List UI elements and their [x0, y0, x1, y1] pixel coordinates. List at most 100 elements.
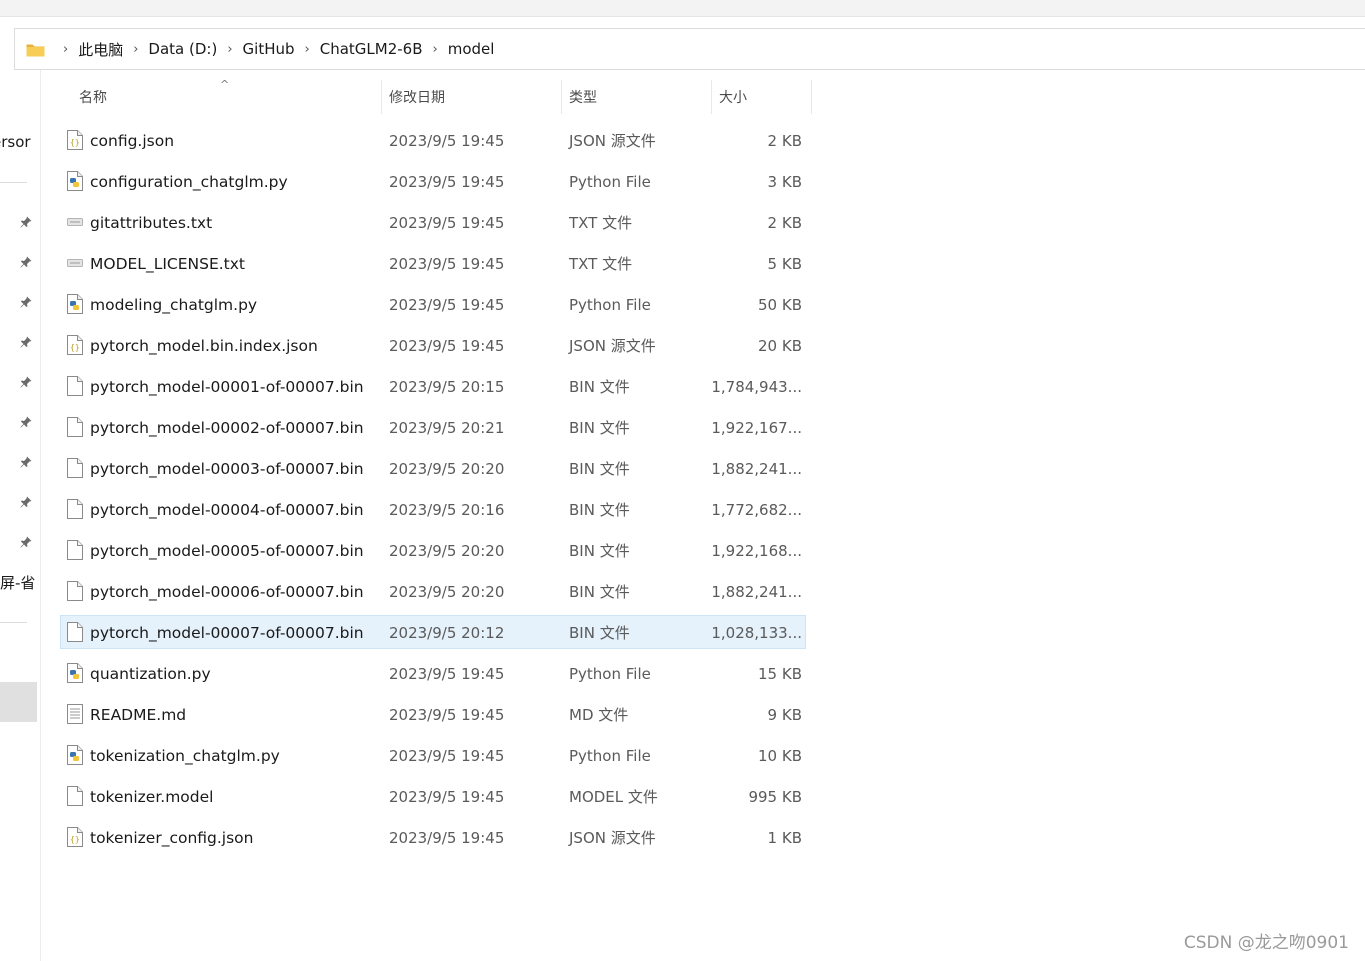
- pin-icon[interactable]: [20, 376, 32, 388]
- file-size: 20 KB: [758, 336, 802, 355]
- svg-text:{}: {}: [70, 138, 80, 147]
- column-header-type[interactable]: 类型: [569, 80, 709, 114]
- file-row[interactable]: tokenizer.model 2023/9/5 19:45 MODEL 文件 995…: [60, 776, 808, 817]
- file-modified-date: 2023/9/5 19:45: [389, 131, 505, 150]
- navigation-pane[interactable]: ersor 屏-省: [0, 70, 41, 961]
- file-row[interactable]: README.md 2023/9/5 19:45 MD 文件 9 KB: [60, 694, 808, 735]
- file-type: JSON 源文件: [569, 829, 656, 847]
- python-file-icon: [67, 294, 83, 314]
- file-type: BIN 文件: [569, 460, 630, 478]
- breadcrumb-item-model[interactable]: model: [448, 40, 495, 58]
- file-modified-date: 2023/9/5 20:20: [389, 582, 505, 601]
- svg-text:{}: {}: [70, 835, 80, 844]
- file-row[interactable]: pytorch_model-00005-of-00007.bin 2023/9/5…: [60, 530, 808, 571]
- file-type: BIN 文件: [569, 378, 630, 396]
- address-bar[interactable]: › 此电脑 › Data (D:) › GitHub › ChatGLM2-6B…: [14, 28, 1365, 70]
- breadcrumb-item-drive[interactable]: Data (D:): [148, 40, 217, 58]
- file-type: Python File: [569, 664, 651, 683]
- file-name: pytorch_model-00003-of-00007.bin: [90, 459, 364, 478]
- file-size: 50 KB: [758, 295, 802, 314]
- pin-icon[interactable]: [20, 536, 32, 548]
- pin-icon[interactable]: [20, 336, 32, 348]
- folder-icon: [26, 44, 45, 56]
- file-name: tokenizer_config.json: [90, 828, 254, 847]
- pin-icon[interactable]: [20, 496, 32, 508]
- file-row[interactable]: pytorch_model-00001-of-00007.bin 2023/9/5…: [60, 366, 808, 407]
- pin-icon[interactable]: [20, 456, 32, 468]
- breadcrumb-item-this-pc[interactable]: 此电脑: [78, 39, 123, 60]
- blank-file-icon: [67, 581, 83, 601]
- file-row[interactable]: gitattributes.txt 2023/9/5 19:45 TXT 文件 2 K…: [60, 202, 808, 243]
- file-name: gitattributes.txt: [90, 213, 213, 232]
- file-type: BIN 文件: [569, 501, 630, 519]
- file-row[interactable]: quantization.py 2023/9/5 19:45 Python File…: [60, 653, 808, 694]
- file-row[interactable]: {} pytorch_model.bin.index.json 2023/9/5 1…: [60, 325, 808, 366]
- pin-icon[interactable]: [20, 256, 32, 268]
- file-modified-date: 2023/9/5 19:45: [389, 787, 505, 806]
- file-name: config.json: [90, 131, 175, 150]
- file-type: Python File: [569, 295, 651, 314]
- file-type: Python File: [569, 172, 651, 191]
- column-resize-handle[interactable]: [561, 80, 562, 114]
- column-resize-handle[interactable]: [711, 80, 712, 114]
- column-header-size[interactable]: 大小: [719, 80, 809, 114]
- file-modified-date: 2023/9/5 20:16: [389, 500, 505, 519]
- file-row[interactable]: pytorch_model-00007-of-00007.bin 2023/9/5…: [60, 612, 808, 653]
- column-resize-handle[interactable]: [811, 80, 812, 114]
- chevron-right-icon: ›: [63, 41, 69, 57]
- pin-icon[interactable]: [20, 416, 32, 428]
- pin-icon[interactable]: [20, 216, 32, 228]
- file-type: BIN 文件: [569, 583, 630, 601]
- python-file-icon: [67, 745, 83, 765]
- json-file-icon: {}: [67, 335, 83, 355]
- title-strip: [0, 0, 1365, 17]
- file-size: 9 KB: [767, 705, 802, 724]
- file-size: 10 KB: [758, 746, 802, 765]
- file-name: pytorch_model-00005-of-00007.bin: [90, 541, 364, 560]
- blank-file-icon: [67, 417, 83, 437]
- blank-file-icon: [67, 622, 83, 642]
- file-modified-date: 2023/9/5 20:15: [389, 377, 505, 396]
- nav-item-partial-label[interactable]: 屏-省: [0, 572, 35, 593]
- json-file-icon: {}: [67, 130, 83, 150]
- file-row[interactable]: modeling_chatglm.py 2023/9/5 19:45 Python …: [60, 284, 808, 325]
- file-row[interactable]: {} config.json 2023/9/5 19:45 JSON 源文件 2 KB: [60, 120, 808, 161]
- file-type: MD 文件: [569, 706, 629, 724]
- file-row[interactable]: tokenization_chatglm.py 2023/9/5 19:45 Pyt…: [60, 735, 808, 776]
- nav-item-selected[interactable]: [0, 682, 37, 722]
- column-header-name[interactable]: 名称: [79, 80, 379, 114]
- file-modified-date: 2023/9/5 19:45: [389, 336, 505, 355]
- chevron-right-icon[interactable]: ›: [433, 43, 438, 56]
- nav-item-partial-label[interactable]: ersor: [0, 133, 31, 151]
- file-row[interactable]: pytorch_model-00004-of-00007.bin 2023/9/5…: [60, 489, 808, 530]
- file-row[interactable]: pytorch_model-00003-of-00007.bin 2023/9/5…: [60, 448, 808, 489]
- file-row[interactable]: MODEL_LICENSE.txt 2023/9/5 19:45 TXT 文件 5 K…: [60, 243, 808, 284]
- breadcrumb-item-chatglm[interactable]: ChatGLM2-6B: [320, 40, 423, 58]
- file-row[interactable]: configuration_chatglm.py 2023/9/5 19:45 Py…: [60, 161, 808, 202]
- json-file-icon: {}: [67, 827, 83, 847]
- file-name: modeling_chatglm.py: [90, 295, 258, 314]
- file-modified-date: 2023/9/5 20:12: [389, 623, 505, 642]
- nav-divider: [0, 622, 27, 623]
- file-type: JSON 源文件: [569, 337, 656, 355]
- pin-icon[interactable]: [20, 296, 32, 308]
- file-modified-date: 2023/9/5 19:45: [389, 664, 505, 683]
- file-name: pytorch_model-00004-of-00007.bin: [90, 500, 364, 519]
- file-modified-date: 2023/9/5 19:45: [389, 213, 505, 232]
- chevron-right-icon[interactable]: ›: [227, 43, 232, 56]
- file-row[interactable]: pytorch_model-00006-of-00007.bin 2023/9/5…: [60, 571, 808, 612]
- column-header-label: 大小: [719, 90, 747, 106]
- file-type: MODEL 文件: [569, 788, 658, 806]
- file-row[interactable]: pytorch_model-00002-of-00007.bin 2023/9/5…: [60, 407, 808, 448]
- column-resize-handle[interactable]: [381, 80, 382, 114]
- file-type: JSON 源文件: [569, 132, 656, 150]
- breadcrumb-item-github[interactable]: GitHub: [243, 40, 295, 58]
- file-size: 2 KB: [767, 213, 802, 232]
- chevron-right-icon[interactable]: ›: [305, 43, 310, 56]
- python-file-icon: [67, 663, 83, 683]
- column-header-date[interactable]: 修改日期: [389, 80, 559, 114]
- file-row[interactable]: {} tokenizer_config.json 2023/9/5 19:45 JSO…: [60, 817, 808, 858]
- file-modified-date: 2023/9/5 19:45: [389, 746, 505, 765]
- md-file-icon: [67, 704, 83, 724]
- chevron-right-icon[interactable]: ›: [133, 43, 138, 56]
